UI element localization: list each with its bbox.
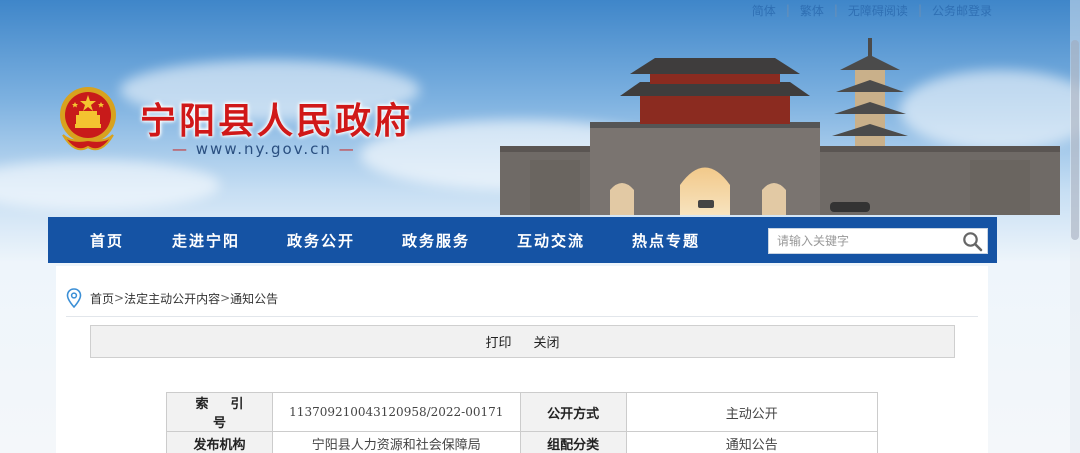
table-row: 发布机构 宁阳县人力资源和社会保障局 组配分类 通知公告 (166, 431, 878, 453)
nav-item-home[interactable]: 首页 (90, 230, 124, 251)
print-button[interactable]: 打印 (485, 332, 511, 351)
search-icon[interactable] (962, 231, 983, 252)
location-pin-icon (66, 288, 82, 308)
link-separator: | (785, 3, 790, 17)
category-value: 通知公告 (625, 431, 878, 453)
link-separator: | (917, 3, 922, 17)
sky-cloud (0, 160, 220, 210)
breadcrumb-separator: > (220, 291, 231, 305)
national-emblem-icon (60, 87, 116, 151)
site-url: — www.ny.gov.cn — (172, 140, 356, 158)
nav-item-hot-topics[interactable]: 热点专题 (632, 230, 700, 251)
nav-item-gov-services[interactable]: 政务服务 (402, 230, 470, 251)
content-panel: 首页 > 法定主动公开内容 > 通知公告 打印 关闭 索引号 113709210… (56, 266, 988, 453)
breadcrumb-home[interactable]: 首页 (90, 290, 114, 307)
breadcrumb-divider (66, 316, 978, 317)
breadcrumb: 首页 > 法定主动公开内容 > 通知公告 (66, 288, 278, 308)
city-gate-illustration (500, 38, 1060, 215)
index-number-value: 113709210043120958/2022-00171 (271, 392, 521, 432)
link-separator: | (833, 3, 838, 17)
disclosure-method-label: 公开方式 (519, 392, 627, 432)
article-action-bar: 打印 关闭 (90, 325, 955, 358)
search-input[interactable] (769, 229, 954, 253)
table-row: 索引号 113709210043120958/2022-00171 公开方式 主… (166, 392, 878, 432)
nav-item-about-ningyang[interactable]: 走进宁阳 (172, 230, 240, 251)
document-metadata-table: 索引号 113709210043120958/2022-00171 公开方式 主… (166, 392, 878, 453)
official-email-login-link[interactable]: 公务邮登录 (932, 2, 992, 19)
url-dash-left: — (172, 140, 189, 158)
publisher-label: 发布机构 (166, 431, 273, 453)
top-utility-links: 简体 | 繁体 | 无障碍阅读 | 公务邮登录 (752, 2, 992, 18)
scrollbar-thumb[interactable] (1071, 40, 1079, 240)
search-box (768, 228, 988, 254)
url-dash-right: — (338, 140, 356, 158)
page-scrollbar[interactable] (1070, 0, 1080, 453)
disclosure-method-value: 主动公开 (625, 392, 878, 432)
index-number-label: 索引号 (166, 392, 273, 432)
breadcrumb-separator: > (114, 291, 125, 305)
nav-item-gov-disclosure[interactable]: 政务公开 (287, 230, 355, 251)
traditional-chinese-link[interactable]: 繁体 (800, 2, 824, 19)
site-title: 宁阳县人民政府 (140, 100, 414, 142)
simplified-chinese-link[interactable]: 简体 (752, 2, 776, 19)
breadcrumb-notices[interactable]: 通知公告 (230, 290, 278, 307)
breadcrumb-statutory-disclosure[interactable]: 法定主动公开内容 (124, 290, 220, 307)
close-button[interactable]: 关闭 (534, 332, 560, 351)
main-nav-bar: 首页 走进宁阳 政务公开 政务服务 互动交流 热点专题 (48, 217, 997, 263)
accessibility-link[interactable]: 无障碍阅读 (848, 2, 908, 19)
site-url-text: www.ny.gov.cn (195, 140, 332, 158)
category-label: 组配分类 (519, 431, 627, 453)
publisher-value: 宁阳县人力资源和社会保障局 (271, 431, 521, 453)
nav-item-interaction[interactable]: 互动交流 (517, 230, 585, 251)
